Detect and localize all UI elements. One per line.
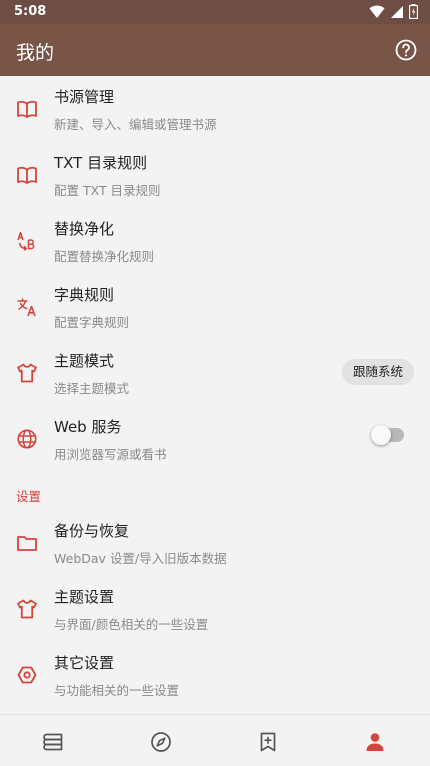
web-service-item[interactable]: Web 服务 用浏览器写源或看书 [0,406,430,472]
compass-icon [151,732,171,752]
tshirt-icon [17,363,37,383]
nav-bookshelf[interactable] [0,715,107,766]
globe-icon [17,429,37,449]
person-icon [366,733,384,751]
page-title: 我的 [16,42,55,64]
wifi-icon [369,5,385,18]
item-title: 字典规则 [54,286,115,304]
dictionary-rule-item[interactable]: 字典规则 配置字典规则 [0,274,430,340]
hexagon-settings-icon [17,666,37,684]
bottom-navigation [0,714,430,766]
item-subtitle: 用浏览器写源或看书 [54,447,167,462]
translate-icon [17,298,36,317]
item-title: 备份与恢复 [54,522,130,540]
app-bar: 我的 [0,24,430,76]
section-header: 设置 [16,489,42,504]
item-subtitle: 配置字典规则 [54,315,130,330]
nav-profile[interactable] [321,715,428,766]
other-settings-item[interactable]: 其它设置 与功能相关的一些设置 [0,642,430,708]
theme-settings-item[interactable]: 主题设置 与界面/颜色相关的一些设置 [0,576,430,642]
book-open-icon [17,166,37,184]
settings-list: 书源管理 新建、导入、编辑或管理书源 TXT 目录规则 配置 TXT 目录规则 … [0,76,430,714]
tshirt-icon [17,599,37,619]
find-replace-icon [17,231,35,251]
replace-purify-item[interactable]: 替换净化 配置替换净化规则 [0,208,430,274]
item-title: Web 服务 [54,418,122,436]
txt-toc-rule-item[interactable]: TXT 目录规则 配置 TXT 目录规则 [0,142,430,208]
item-subtitle: 配置 TXT 目录规则 [54,183,161,198]
item-title: 替换净化 [54,220,115,238]
item-title: TXT 目录规则 [54,154,148,172]
help-circle-icon[interactable] [394,38,418,62]
book-open-icon [17,100,37,118]
item-subtitle: 选择主题模式 [54,381,130,396]
nav-discover[interactable] [107,715,214,766]
battery-icon [409,4,418,19]
bookmark-add-icon [260,732,276,752]
nav-subscriptions[interactable] [214,715,321,766]
toggle-thumb [371,425,391,445]
item-title: 其它设置 [54,654,115,672]
status-icons [369,4,418,19]
item-subtitle: WebDav 设置/导入旧版本数据 [54,551,227,566]
backup-restore-item[interactable]: 备份与恢复 WebDav 设置/导入旧版本数据 [0,510,430,576]
item-title: 主题设置 [54,588,115,606]
status-bar: 5:08 [0,0,430,24]
signal-icon [391,5,403,18]
book-source-item[interactable]: 书源管理 新建、导入、编辑或管理书源 [0,76,430,142]
item-title: 书源管理 [54,88,115,106]
theme-mode-chip[interactable]: 跟随系统 [341,359,414,385]
folder-icon [17,536,37,551]
bookshelf-icon [43,733,63,751]
item-subtitle: 配置替换净化规则 [54,249,155,264]
status-time: 5:08 [14,4,47,19]
item-title: 主题模式 [54,352,115,370]
web-service-toggle[interactable] [371,425,404,445]
item-subtitle: 新建、导入、编辑或管理书源 [54,117,217,132]
item-subtitle: 与功能相关的一些设置 [54,683,180,698]
item-subtitle: 与界面/颜色相关的一些设置 [54,617,209,632]
